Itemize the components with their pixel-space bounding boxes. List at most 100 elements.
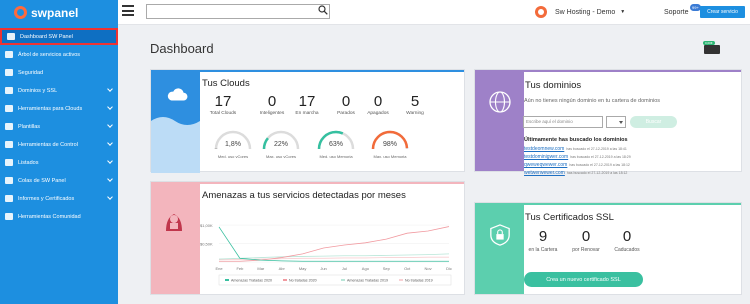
ssl-stat: 0 por Renovar (566, 228, 606, 253)
clouds-card: Tus Clouds 17 Total Clouds 0 Inteligentes 17… (150, 69, 465, 173)
legend-item[interactable]: No tratadas 2019 (405, 279, 433, 283)
ssl-stat-label: en la Cartera (528, 247, 558, 253)
x-tick-label: Dic (446, 266, 452, 271)
sidebar-item-6[interactable]: Herramientas de Control (0, 136, 118, 153)
community-icon (5, 213, 13, 220)
wallet-icon[interactable] (704, 45, 720, 54)
chevron-down-icon (107, 176, 113, 182)
ssl-title: Tus Certificados SSL (525, 212, 614, 223)
globe-www-icon (489, 91, 511, 113)
recent-domain-link[interactable]: wetwerwewer.com (524, 170, 565, 176)
ssl-stat: 0 Caducados (607, 228, 647, 253)
gauge-label: Med. uso Memoria (319, 154, 353, 159)
recent-domain-meta: has buscado el 27-12-2019 a las 18:12 (569, 163, 630, 167)
clouds-title: Tus Clouds (202, 78, 250, 89)
y-tick-label: $0,50K (200, 242, 213, 247)
logo-mark-icon (14, 6, 27, 19)
ssl-stat-value: 0 (622, 228, 632, 245)
search-input[interactable] (146, 4, 330, 19)
recent-domains-title: Últimamente has buscado los dominios (524, 137, 628, 143)
chevron-down-icon: ▼ (620, 9, 626, 15)
sidebar-item-4[interactable]: Herramientas para Clouds (0, 100, 118, 117)
x-tick-label: Sep (383, 266, 391, 271)
cloud-stat: 17 En marcha (285, 93, 329, 116)
cloud-stat-value: 17 (298, 93, 316, 110)
no-domains-text: Aún no tienes ningún dominio en tu carte… (524, 98, 661, 104)
company-selector[interactable]: Sw Hosting - Demo ▼ (535, 6, 625, 18)
ssl-topline (475, 203, 741, 205)
recent-domain-link[interactable]: testdominigwer.com (524, 154, 568, 160)
domain-search-input[interactable]: Escribe aquí el dominio (523, 116, 603, 128)
recent-domain-row: testdominigwer.com has buscado el 27-12-2… (524, 154, 631, 160)
threats-topline (151, 182, 464, 184)
top-bar: swpanel Sw Hosting - Demo ▼ Soporte 99+ C… (0, 0, 750, 25)
x-tick-label: Ene (215, 266, 223, 271)
domain-search-button[interactable]: Buscar (630, 116, 677, 128)
company-logo-icon (535, 6, 547, 18)
create-ssl-button[interactable]: Crea un nuevo certificado SSL (524, 272, 643, 287)
menu-toggle-button[interactable] (122, 5, 134, 16)
cloud-stat-label: Total Clouds (209, 111, 237, 116)
logo-text: swpanel (31, 5, 79, 20)
gauge-value: 1,8% (225, 141, 241, 148)
sidebar-item-2[interactable]: Seguridad (0, 64, 118, 81)
x-tick-label: Mar (257, 266, 265, 271)
legend-swatch (399, 279, 403, 281)
chevron-down-icon (107, 194, 113, 200)
hacker-icon (166, 214, 182, 231)
search-icon[interactable] (318, 5, 328, 15)
recent-domain-row: testdeomnew.com has buscado el 27-12-2019… (524, 146, 627, 152)
report-icon (5, 195, 13, 202)
cloud-stat: 17 Total Clouds (201, 93, 245, 116)
globe-icon (5, 87, 13, 94)
sidebar-item-label: Herramientas para Clouds (18, 105, 83, 112)
chevron-down-icon (107, 122, 113, 128)
chevron-down-icon (107, 158, 113, 164)
ssl-stat-value: 9 (538, 228, 548, 245)
cloud-stat-label: En marcha (295, 111, 319, 116)
queue-icon (5, 177, 13, 184)
recent-domain-link[interactable]: testdeomnew.com (524, 146, 564, 152)
sidebar-item-7[interactable]: Listados (0, 154, 118, 171)
recent-domain-row: qweweqwewer.com has buscado el 27-12-2019… (524, 162, 630, 168)
x-tick-label: Abr (279, 266, 286, 271)
legend-item[interactable]: Amenazas Tratadas 2020 (231, 279, 272, 283)
sidebar-item-0[interactable]: Dashboard SW Panel (0, 28, 118, 45)
tree-icon (5, 51, 13, 58)
x-tick-label: Feb (236, 266, 244, 271)
sidebar-item-1[interactable]: Árbol de servicios activos (0, 46, 118, 63)
x-tick-label: Oct (404, 266, 411, 271)
usage-gauge: 1,8% Med. uso vCores (213, 129, 253, 163)
create-service-button[interactable]: Crear servicio (700, 6, 745, 18)
cloud-stat-value: 5 (410, 93, 420, 110)
legend-item[interactable]: No tratadas 2020 (289, 279, 317, 283)
sidebar-item-label: Dashboard SW Panel (20, 33, 73, 40)
chevron-down-icon (107, 140, 113, 146)
legend-item[interactable]: Amenazas Tratadas 2019 (347, 279, 388, 283)
sidebar-item-3[interactable]: Dominios y SSL (0, 82, 118, 99)
ssl-stat-label: Caducados (614, 247, 640, 253)
sidebar-item-5[interactable]: Plantillas (0, 118, 118, 135)
sidebar-item-label: Colas de SW Panel (18, 177, 66, 184)
support-link[interactable]: Soporte (664, 9, 689, 16)
ssl-stat-value: 0 (581, 228, 591, 245)
legend-swatch (225, 279, 229, 281)
sidebar-item-label: Plantillas (18, 123, 41, 130)
x-tick-label: May (299, 266, 307, 271)
cloud-stat-value: 17 (214, 93, 232, 110)
gauge-value: 98% (382, 141, 397, 148)
threats-card-header (151, 182, 200, 294)
sidebar-item-9[interactable]: Informes y Certificados (0, 190, 118, 207)
domain-extension-select[interactable] (606, 116, 626, 128)
check-icon (5, 141, 13, 148)
usage-gauge: 98% Max. uso Memoria (370, 129, 410, 163)
threats-title: Amenazas a tus servicios detectadas por … (202, 190, 406, 201)
shield-lock-icon (490, 224, 510, 246)
swpanel-logo[interactable]: swpanel (0, 0, 118, 25)
sidebar-item-8[interactable]: Colas de SW Panel (0, 172, 118, 189)
sidebar-item-10[interactable]: Herramientas Comunidad (0, 208, 118, 225)
sidebar-item-label: Informes y Certificados (18, 195, 75, 202)
clouds-card-header (151, 70, 200, 173)
recent-domain-link[interactable]: qweweqwewer.com (524, 162, 567, 168)
gauge-value: 22% (273, 141, 288, 148)
